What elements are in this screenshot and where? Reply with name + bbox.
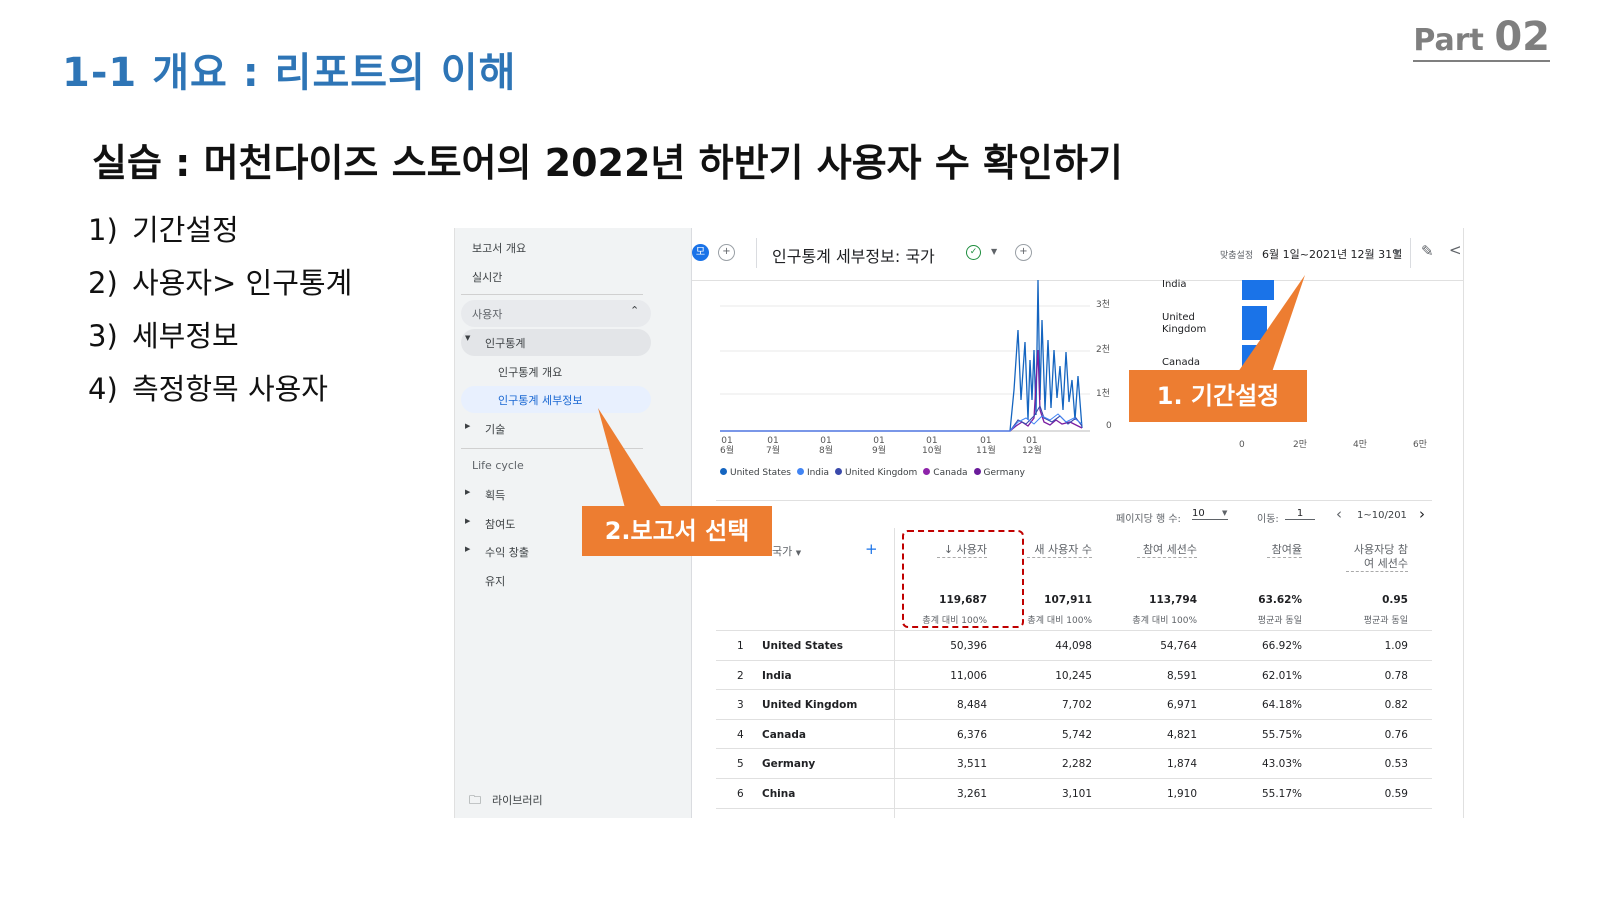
- callout-report: 2.보고서 선택: [582, 506, 772, 556]
- callout-period: 1. 기간설정: [1129, 370, 1307, 422]
- callout-pointers: [598, 275, 1305, 508]
- callout-report-pointer: [598, 408, 662, 508]
- callout-period-pointer: [1238, 275, 1305, 372]
